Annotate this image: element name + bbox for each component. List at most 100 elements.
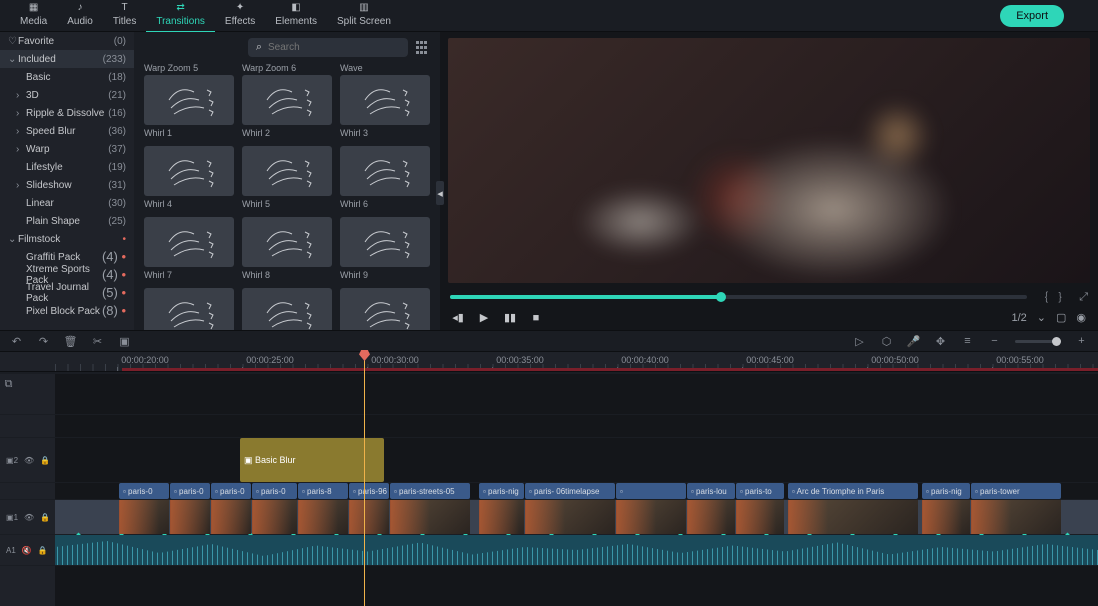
- text-clip[interactable]: ▫ paris-0: [252, 483, 297, 499]
- text-clip[interactable]: ▫ paris-nig: [922, 483, 970, 499]
- view-grid-icon[interactable]: [416, 41, 430, 55]
- text-clip[interactable]: ▫ paris-0: [119, 483, 169, 499]
- lock-icon[interactable]: 🔒: [40, 456, 50, 465]
- eye-icon[interactable]: 👁: [24, 456, 34, 465]
- text-clip[interactable]: ▫ paris-streets-05: [390, 483, 470, 499]
- transition-marker[interactable]: [922, 500, 962, 534]
- snapshot-icon[interactable]: ▢: [1056, 311, 1066, 324]
- transition-marker[interactable]: [252, 500, 292, 534]
- sidebar-item-plainshape[interactable]: Plain Shape(25): [0, 212, 134, 230]
- text-clip[interactable]: ▫ paris-nig: [479, 483, 524, 499]
- transition-marker[interactable]: [525, 500, 565, 534]
- sidebar-included[interactable]: ⌄Included(233): [0, 50, 134, 68]
- preview-ratio[interactable]: 1/2: [1011, 312, 1026, 324]
- sidebar-item-lifestyle[interactable]: Lifestyle(19): [0, 158, 134, 176]
- sidebar-item-3d[interactable]: ›3D(21): [0, 86, 134, 104]
- text-clip[interactable]: ▫ paris-to: [736, 483, 784, 499]
- sidebar-item-basic[interactable]: Basic(18): [0, 68, 134, 86]
- audio-waveform[interactable]: [55, 535, 1098, 565]
- sidebar-filmstock[interactable]: ⌄Filmstock•: [0, 230, 134, 248]
- camera-icon[interactable]: ◉: [1076, 311, 1086, 324]
- transition-thumb[interactable]: Whirl 8: [242, 217, 332, 282]
- transition-marker[interactable]: [971, 500, 1011, 534]
- time-ruler[interactable]: 00:00:20:0000:00:25:0000:00:30:0000:00:3…: [0, 352, 1098, 372]
- search-input[interactable]: ⌕: [248, 38, 408, 57]
- mixer2-icon[interactable]: ≡: [961, 335, 974, 348]
- tab-titles[interactable]: TTitles: [103, 0, 147, 33]
- track-video[interactable]: ▣1👁🔒: [0, 500, 1098, 534]
- sidebar-item-warp[interactable]: ›Warp(37): [0, 140, 134, 158]
- delete-icon[interactable]: 🗑: [64, 335, 77, 348]
- lock-icon[interactable]: 🔒: [40, 513, 50, 522]
- render-icon[interactable]: ▷: [853, 335, 866, 348]
- crop-icon[interactable]: ▣: [118, 335, 131, 348]
- transition-marker[interactable]: [298, 500, 338, 534]
- transition-marker[interactable]: [616, 500, 656, 534]
- lock-icon[interactable]: 🔒: [38, 546, 48, 555]
- transition-thumb[interactable]: [144, 288, 234, 330]
- sidebar-favorite[interactable]: ♡Favorite(0): [0, 32, 134, 50]
- transition-thumb[interactable]: Whirl 6: [340, 146, 430, 211]
- tab-media[interactable]: ▦Media: [10, 0, 57, 33]
- sidebar-item-speedblur[interactable]: ›Speed Blur(36): [0, 122, 134, 140]
- transition-marker[interactable]: [788, 500, 828, 534]
- text-clip[interactable]: ▫ paris-tower: [971, 483, 1061, 499]
- tab-audio[interactable]: ♪Audio: [57, 0, 103, 33]
- back-icon[interactable]: ｛: [1037, 289, 1048, 305]
- sidebar-pack-pixel[interactable]: Pixel Block Pack(8) •: [0, 302, 134, 320]
- export-button[interactable]: Export: [1000, 5, 1064, 27]
- text-clip[interactable]: ▫ paris-8: [298, 483, 348, 499]
- transition-marker[interactable]: [479, 500, 519, 534]
- text-clip[interactable]: ▫ Arc de Triomphe in Paris: [788, 483, 918, 499]
- sidebar-pack-travel[interactable]: Travel Journal Pack(5) •: [0, 284, 134, 302]
- tab-split-screen[interactable]: ▥Split Screen: [327, 0, 401, 33]
- text-clip[interactable]: ▫: [616, 483, 686, 499]
- transition-thumb[interactable]: Whirl 1: [144, 75, 234, 140]
- text-clip[interactable]: ▫ paris-0: [170, 483, 210, 499]
- track-text[interactable]: ▫ paris-0▫ paris-0▫ paris-0▫ paris-0▫ pa…: [0, 483, 1098, 499]
- transition-marker[interactable]: [687, 500, 727, 534]
- track-audio[interactable]: A1🔇🔒: [0, 535, 1098, 565]
- transition-marker[interactable]: [390, 500, 430, 534]
- transition-thumb[interactable]: [242, 288, 332, 330]
- tab-elements[interactable]: ◧Elements: [265, 0, 327, 33]
- transition-marker[interactable]: [349, 500, 389, 534]
- preview-viewport[interactable]: [448, 38, 1090, 283]
- text-clip[interactable]: ▫ paris- 06timelapse: [525, 483, 615, 499]
- effect-clip[interactable]: ▣ Basic Blur: [240, 438, 384, 482]
- sidebar-item-ripple[interactable]: ›Ripple & Dissolve(16): [0, 104, 134, 122]
- transition-thumb[interactable]: [340, 288, 430, 330]
- play-button[interactable]: ▶: [478, 312, 490, 324]
- undo-icon[interactable]: ↶: [10, 335, 23, 348]
- zoom-out-icon[interactable]: −: [988, 335, 1001, 348]
- pause-button[interactable]: ▮▮: [504, 312, 516, 324]
- preview-scrubber[interactable]: [450, 295, 1027, 299]
- tab-effects[interactable]: ✦Effects: [215, 0, 265, 33]
- voiceover-icon[interactable]: 🎤: [907, 335, 920, 348]
- stop-button[interactable]: ■: [530, 312, 542, 324]
- marker-icon[interactable]: ⬡: [880, 335, 893, 348]
- fwd-icon[interactable]: ｝: [1058, 289, 1069, 305]
- eye-icon[interactable]: 👁: [24, 513, 34, 522]
- panel-collapse-handle[interactable]: ◂: [436, 181, 444, 205]
- playhead[interactable]: [364, 352, 365, 606]
- chevron-down-icon[interactable]: ⌄: [1037, 311, 1046, 324]
- prev-frame-button[interactable]: ◂▮: [452, 312, 464, 324]
- expand-icon[interactable]: ⤢: [1079, 291, 1088, 304]
- transition-thumb[interactable]: Whirl 9: [340, 217, 430, 282]
- transition-marker[interactable]: [119, 500, 159, 534]
- transition-thumb[interactable]: Whirl 7: [144, 217, 234, 282]
- zoom-in-icon[interactable]: +: [1075, 335, 1088, 348]
- zoom-slider[interactable]: [1015, 340, 1061, 343]
- transition-marker[interactable]: [736, 500, 776, 534]
- mixer-icon[interactable]: ✥: [934, 335, 947, 348]
- transition-thumb[interactable]: Whirl 5: [242, 146, 332, 211]
- track-effect[interactable]: ▣2👁🔒 ▣ Basic Blur: [0, 438, 1098, 482]
- text-clip[interactable]: ▫ paris-lou: [687, 483, 735, 499]
- transition-thumb[interactable]: Whirl 4: [144, 146, 234, 211]
- tab-transitions[interactable]: ⇄Transitions: [146, 0, 215, 33]
- text-clip[interactable]: ▫ paris-96: [349, 483, 389, 499]
- text-clip[interactable]: ▫ paris-0: [211, 483, 251, 499]
- transition-marker[interactable]: [170, 500, 210, 534]
- split-icon[interactable]: ✂: [91, 335, 104, 348]
